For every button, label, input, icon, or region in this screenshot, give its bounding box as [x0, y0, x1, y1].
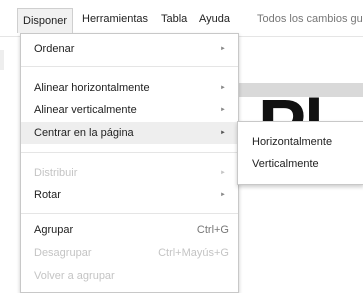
menu-tabla[interactable]: Tabla [161, 9, 187, 29]
submenu-arrow-icon: ► [220, 107, 226, 113]
menu-herramientas[interactable]: Herramientas [82, 9, 148, 29]
menu-separator [21, 66, 238, 67]
menu-disponer[interactable]: Disponer [17, 8, 74, 33]
menu-item-label: Centrar en la página [34, 127, 134, 139]
submenu-arrow-icon: ► [220, 130, 226, 136]
menu-item-shortcut: Ctrl+Mayús+G [158, 247, 229, 259]
menu-item-label: Alinear horizontalmente [34, 82, 150, 94]
menubar: Disponer Herramientas Tabla Ayuda Todos … [0, 0, 363, 34]
menu-item-label: Volver a agrupar [34, 270, 115, 282]
menu-item-label: Rotar [34, 189, 61, 201]
centrar-submenu: Horizontalmente Verticalmente [237, 121, 363, 185]
menu-item-volver-a-agrupar[interactable]: Volver a agrupar [21, 265, 238, 287]
menu-separator [21, 213, 238, 214]
disponer-dropdown: Ordenar ► Alinear horizontalmente ► Alin… [20, 33, 239, 293]
menu-separator [21, 152, 238, 153]
menu-item-centrar-en-la-pagina[interactable]: Centrar en la página ► [21, 122, 238, 144]
menu-item-shortcut: Ctrl+G [196, 224, 229, 236]
menu-item-label: Alinear verticalmente [34, 104, 137, 116]
submenu-arrow-icon: ► [220, 170, 226, 176]
menu-item-label: Desagrupar [34, 247, 92, 259]
menu-ayuda[interactable]: Ayuda [199, 9, 230, 29]
menu-item-alinear-horizontalmente[interactable]: Alinear horizontalmente ► [21, 77, 238, 99]
menu-item-desagrupar[interactable]: Desagrupar Ctrl+Mayús+G [21, 242, 238, 264]
save-status: Todos los cambios gu [257, 13, 363, 25]
submenu-arrow-icon: ► [220, 192, 226, 198]
menu-item-distribuir[interactable]: Distribuir ► [21, 162, 238, 184]
menu-item-rotar[interactable]: Rotar ► [21, 184, 238, 206]
submenu-item-verticalmente[interactable]: Verticalmente [238, 153, 363, 175]
submenu-item-label: Horizontalmente [252, 136, 333, 148]
submenu-item-label: Verticalmente [252, 158, 319, 170]
left-panel-edge [0, 50, 4, 70]
submenu-arrow-icon: ► [220, 85, 226, 91]
ruler [230, 83, 363, 97]
menu-item-label: Agrupar [34, 224, 74, 236]
menu-item-alinear-verticalmente[interactable]: Alinear verticalmente ► [21, 99, 238, 121]
submenu-item-horizontalmente[interactable]: Horizontalmente [238, 131, 363, 153]
menu-item-agrupar[interactable]: Agrupar Ctrl+G [21, 219, 238, 241]
menu-item-label: Distribuir [34, 167, 78, 179]
submenu-arrow-icon: ► [220, 46, 226, 52]
menu-item-ordenar[interactable]: Ordenar ► [21, 38, 238, 60]
menu-item-label: Ordenar [34, 43, 75, 55]
